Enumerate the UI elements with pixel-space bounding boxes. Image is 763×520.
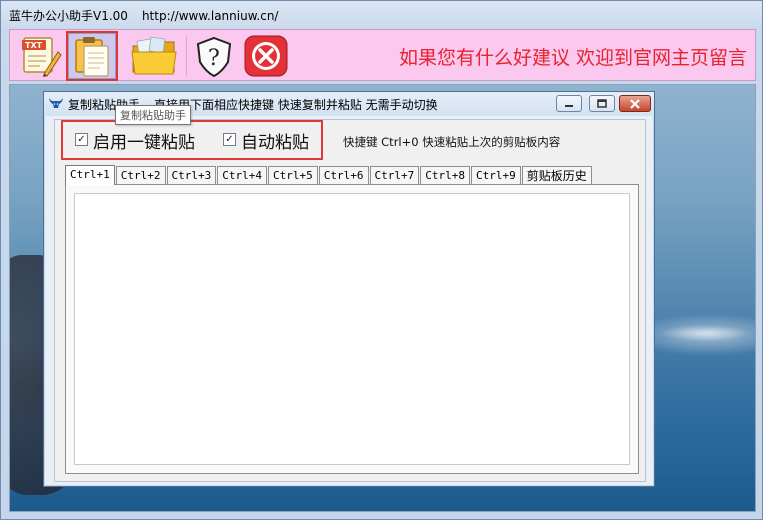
- toolbar-separator: [186, 36, 187, 76]
- dialog-description: 直接用下面相应快捷键 快速复制并粘贴 无需手动切换: [154, 98, 438, 112]
- folder-icon: [131, 36, 177, 75]
- dialog-close-button[interactable]: [619, 95, 651, 112]
- maximize-button[interactable]: [589, 95, 615, 112]
- exit-button[interactable]: [242, 33, 290, 79]
- dialog-body: ✓ 启用一键粘贴 ✓ 自动粘贴 快捷键 Ctrl+0 快速粘贴上次的剪贴板内容 …: [54, 119, 646, 482]
- enable-one-key-paste-label[interactable]: 启用一键粘贴: [93, 128, 195, 153]
- clipboard-icon: [75, 37, 109, 77]
- maximize-icon: [597, 99, 607, 108]
- tab-ctrl-7[interactable]: Ctrl+7: [369, 166, 420, 185]
- app-title: 蓝牛办公小助手V1.00: [9, 9, 128, 23]
- txt-edit-icon: TXT: [22, 37, 62, 77]
- tab-ctrl-8[interactable]: Ctrl+8: [420, 166, 470, 185]
- toolbar: TXT ? 如果您有什么好建议 欢迎到官网主页留言: [9, 29, 756, 81]
- clipboard-dialog: 复制粘贴助手 直接用下面相应快捷键 快速复制并粘贴 无需手动切换 ✓ 启用一键粘贴…: [43, 91, 655, 487]
- close-icon: [244, 35, 288, 77]
- tab-ctrl-9[interactable]: Ctrl+9: [471, 166, 521, 185]
- tab-clipboard-history[interactable]: 剪贴板历史: [521, 166, 592, 185]
- tab-ctrl-5[interactable]: Ctrl+5: [268, 166, 318, 185]
- minimize-icon: [565, 104, 573, 107]
- bull-logo-icon: [49, 98, 63, 108]
- tab-ctrl-4[interactable]: Ctrl+4: [217, 166, 267, 185]
- tab-strip: Ctrl+1 Ctrl+2 Ctrl+3 Ctrl+4 Ctrl+5 Ctrl+…: [65, 165, 593, 185]
- folder-button[interactable]: [130, 33, 178, 79]
- close-x-icon: [630, 98, 640, 109]
- website-url: http://www.lanniuw.cn/: [141, 9, 279, 23]
- minimize-button[interactable]: [556, 95, 582, 112]
- options-group: ✓ 启用一键粘贴 ✓ 自动粘贴: [61, 120, 323, 160]
- app-window: 蓝牛办公小助手V1.00 http://www.lanniuw.cn/ TXT: [0, 0, 763, 520]
- svg-text:TXT: TXT: [25, 41, 43, 50]
- tab-ctrl-1[interactable]: Ctrl+1: [65, 165, 115, 185]
- clipboard-button[interactable]: [66, 31, 118, 81]
- promo-banner: 如果您有什么好建议 欢迎到官网主页留言: [398, 47, 747, 69]
- tab-ctrl-3[interactable]: Ctrl+3: [166, 166, 217, 185]
- tooltip: 复制粘贴助手: [115, 105, 191, 125]
- help-shield-icon: ?: [196, 36, 232, 78]
- txt-edit-button[interactable]: TXT: [16, 33, 64, 79]
- shortcut-hint: 快捷键 Ctrl+0 快速粘贴上次的剪贴板内容: [343, 135, 561, 149]
- clipboard-content-textarea[interactable]: [74, 193, 630, 465]
- auto-paste-checkbox[interactable]: ✓: [223, 133, 236, 146]
- tab-panel: [65, 184, 639, 474]
- cloud-patch: [660, 325, 750, 341]
- svg-text:?: ?: [208, 46, 220, 71]
- auto-paste-label[interactable]: 自动粘贴: [241, 128, 309, 153]
- window-title: 蓝牛办公小助手V1.00 http://www.lanniuw.cn/: [9, 7, 278, 24]
- tab-ctrl-2[interactable]: Ctrl+2: [115, 166, 166, 185]
- enable-one-key-paste-checkbox[interactable]: ✓: [75, 133, 88, 146]
- help-button[interactable]: ?: [190, 33, 238, 79]
- tab-ctrl-6[interactable]: Ctrl+6: [318, 166, 369, 185]
